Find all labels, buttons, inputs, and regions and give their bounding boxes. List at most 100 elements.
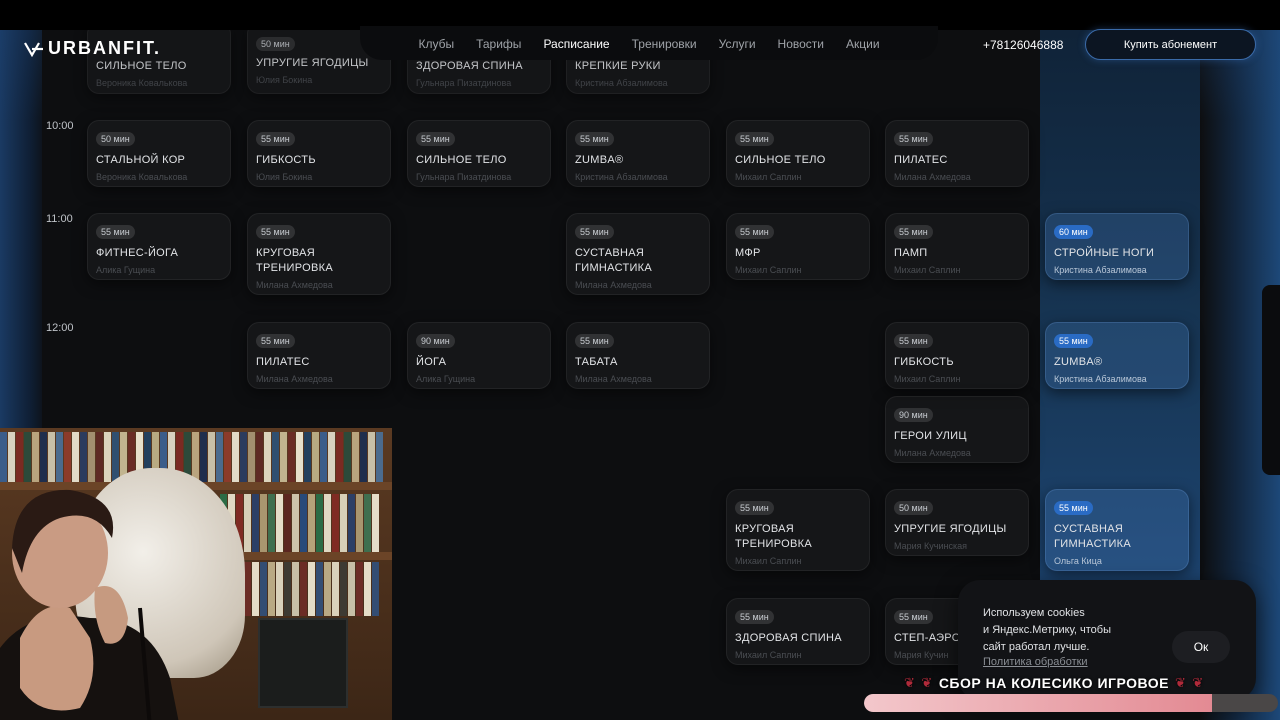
- privacy-policy-link[interactable]: Политика обработки: [983, 656, 1088, 668]
- class-card[interactable]: 55 мин ZUMBA® Кристина Абзалимова: [1045, 322, 1189, 389]
- class-card[interactable]: 55 мин СИЛЬНОЕ ТЕЛО Гульнара Пизатдинова: [407, 120, 551, 187]
- rose-icon: ❦: [1192, 675, 1204, 690]
- class-card[interactable]: 55 мин ПИЛАТЕС Милана Ахмедова: [247, 322, 391, 389]
- class-coach: Милана Ахмедова: [256, 280, 333, 290]
- rose-icon: ❦: [904, 675, 916, 690]
- duration-badge: 55 мин: [575, 334, 614, 348]
- class-coach: Михаил Саплин: [894, 374, 961, 384]
- bookshelf-books: [0, 432, 392, 482]
- class-coach: Михаил Саплин: [735, 556, 802, 566]
- class-title: СТРОЙНЫЕ НОГИ: [1054, 247, 1155, 259]
- sheep-poster: [258, 618, 348, 708]
- class-coach: Гульнара Пизатдинова: [416, 78, 512, 88]
- class-card[interactable]: 55 мин ПИЛАТЕС Милана Ахмедова: [885, 120, 1029, 187]
- class-coach: Михаил Саплин: [735, 265, 802, 275]
- nav-promotions[interactable]: Акции: [846, 37, 880, 51]
- class-title: ЗДОРОВАЯ СПИНА: [735, 632, 842, 644]
- nav-services[interactable]: Услуги: [719, 37, 756, 51]
- class-title: ПАМП: [894, 247, 928, 259]
- class-coach: Гульнара Пизатдинова: [416, 172, 512, 182]
- class-title: ТАБАТА: [575, 356, 618, 368]
- class-title: СТАЛЬНОЙ КОР: [96, 154, 186, 166]
- duration-badge: 90 мин: [894, 408, 933, 422]
- nav-news[interactable]: Новости: [778, 37, 824, 51]
- class-card[interactable]: 55 мин ТАБАТА Милана Ахмедова: [566, 322, 710, 389]
- class-title: ZUMBA®: [575, 154, 624, 166]
- class-title: ГИБКОСТЬ: [256, 154, 316, 166]
- class-title: ФИТНЕС-ЙОГА: [96, 247, 179, 259]
- class-card[interactable]: 55 мин СУСТАВНАЯ ГИМНАСТИКА Милана Ахмед…: [566, 213, 710, 295]
- streamer-person: [0, 489, 179, 720]
- duration-badge: 55 мин: [894, 610, 933, 624]
- ticker-text: СБОР НА КОЛЕСИКО ИГРОВОЕ: [938, 675, 1169, 691]
- main-nav: Клубы Тарифы Расписание Тренировки Услуг…: [360, 26, 938, 60]
- duration-badge: 55 мин: [256, 225, 295, 239]
- class-title: КРЕПКИЕ РУКИ: [575, 60, 661, 72]
- phone-link[interactable]: +78126046888: [983, 38, 1063, 52]
- class-card[interactable]: 55 мин КРУГОВАЯ ТРЕНИРОВКА Милана Ахмедо…: [247, 213, 391, 295]
- class-coach: Кристина Абзалимова: [1054, 265, 1147, 275]
- class-card[interactable]: 55 мин ФИТНЕС-ЙОГА Алика Гущина: [87, 213, 231, 280]
- time-label: 10:00: [46, 120, 74, 132]
- nav-clubs[interactable]: Клубы: [418, 37, 454, 51]
- side-panel-tab[interactable]: [1262, 285, 1280, 475]
- class-title: СИЛЬНОЕ ТЕЛО: [735, 154, 826, 166]
- nav-schedule[interactable]: Расписание: [543, 37, 609, 51]
- class-title: СУСТАВНАЯ ГИМНАСТИКА: [1054, 523, 1132, 550]
- duration-badge: 55 мин: [575, 132, 614, 146]
- class-card[interactable]: 60 мин СТРОЙНЫЕ НОГИ Кристина Абзалимова: [1045, 213, 1189, 280]
- progress-fill: [864, 694, 1212, 712]
- class-coach: Юлия Бокина: [256, 172, 313, 182]
- webcam-overlay: [0, 428, 392, 720]
- site-header: URBANFIT. Клубы Тарифы Расписание Тренир…: [0, 0, 1280, 60]
- class-card[interactable]: 55 мин ЗДОРОВАЯ СПИНА Михаил Саплин: [726, 598, 870, 665]
- duration-badge: 90 мин: [416, 334, 455, 348]
- class-coach: Юлия Бокина: [256, 75, 313, 85]
- duration-badge: 55 мин: [735, 501, 774, 515]
- class-card[interactable]: 55 мин ГИБКОСТЬ Юлия Бокина: [247, 120, 391, 187]
- class-title: СИЛЬНОЕ ТЕЛО: [96, 60, 187, 72]
- class-coach: Михаил Саплин: [735, 172, 802, 182]
- class-card[interactable]: 50 мин УПРУГИЕ ЯГОДИЦЫ Мария Кучинская: [885, 489, 1029, 556]
- class-card[interactable]: 55 мин МФР Михаил Саплин: [726, 213, 870, 280]
- class-card[interactable]: 55 мин ПАМП Михаил Саплин: [885, 213, 1029, 280]
- class-card[interactable]: 90 мин ЙОГА Алика Гущина: [407, 322, 551, 389]
- logo-text: URBANFIT.: [48, 38, 161, 58]
- class-card[interactable]: 55 мин ZUMBA® Кристина Абзалимова: [566, 120, 710, 187]
- duration-badge: 55 мин: [894, 132, 933, 146]
- cookie-ok-button[interactable]: Ок: [1172, 631, 1230, 663]
- class-coach: Милана Ахмедова: [575, 280, 652, 290]
- duration-badge: 55 мин: [256, 334, 295, 348]
- class-coach: Вероника Ковалькова: [96, 78, 188, 88]
- class-card[interactable]: 55 мин СУСТАВНАЯ ГИМНАСТИКА Ольга Кица: [1045, 489, 1189, 571]
- duration-badge: 60 мин: [1054, 225, 1093, 239]
- class-card[interactable]: 55 мин ГИБКОСТЬ Михаил Саплин: [885, 322, 1029, 389]
- class-coach: Кристина Абзалимова: [575, 172, 668, 182]
- buy-membership-button[interactable]: Купить абонемент: [1085, 29, 1256, 60]
- class-card[interactable]: 90 мин ГЕРОИ УЛИЦ Милана Ахмедова: [885, 396, 1029, 463]
- class-card[interactable]: 50 мин СТАЛЬНОЙ КОР Вероника Ковалькова: [87, 120, 231, 187]
- duration-badge: 55 мин: [96, 225, 135, 239]
- class-coach: Ольга Кица: [1054, 556, 1102, 566]
- class-coach: Кристина Абзалимова: [1054, 374, 1147, 384]
- duration-badge: 55 мин: [735, 132, 774, 146]
- duration-badge: 50 мин: [96, 132, 135, 146]
- duration-badge: 55 мин: [894, 225, 933, 239]
- duration-badge: 55 мин: [735, 610, 774, 624]
- class-card[interactable]: 55 мин СИЛЬНОЕ ТЕЛО Михаил Саплин: [726, 120, 870, 187]
- duration-badge: 55 мин: [575, 225, 614, 239]
- duration-badge: 55 мин: [256, 132, 295, 146]
- class-title: ГИБКОСТЬ: [894, 356, 954, 368]
- class-coach: Милана Ахмедова: [575, 374, 652, 384]
- bookshelf-books: [220, 494, 392, 552]
- class-coach: Милана Ахмедова: [894, 172, 971, 182]
- time-label: 12:00: [46, 322, 74, 334]
- brand-logo[interactable]: URBANFIT.: [24, 38, 161, 59]
- donation-ticker: ❦ ❦ СБОР НА КОЛЕСИКО ИГРОВОЕ ❦ ❦: [904, 674, 1244, 692]
- class-card[interactable]: 55 мин КРУГОВАЯ ТРЕНИРОВКА Михаил Саплин: [726, 489, 870, 571]
- nav-workouts[interactable]: Тренировки: [632, 37, 697, 51]
- class-title: ЙОГА: [416, 356, 447, 368]
- donation-progress-bar: [864, 694, 1278, 712]
- nav-tariffs[interactable]: Тарифы: [476, 37, 521, 51]
- class-coach: Вероника Ковалькова: [96, 172, 188, 182]
